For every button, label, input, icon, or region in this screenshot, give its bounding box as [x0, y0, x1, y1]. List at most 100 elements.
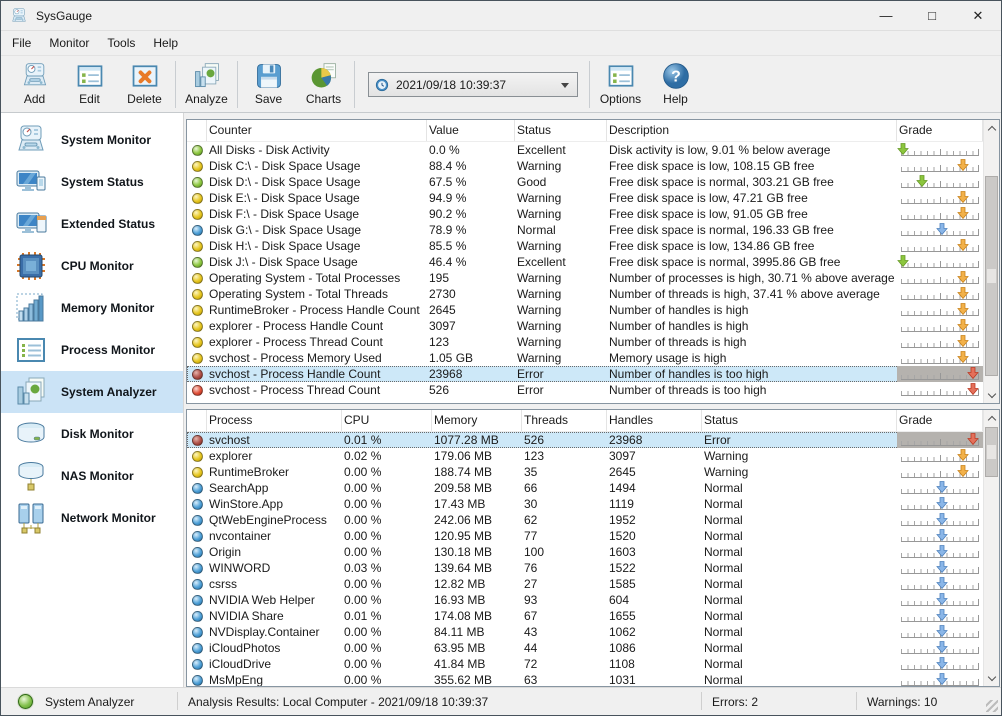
counter-row[interactable]: svchost - Process Handle Count23968Error… — [187, 366, 983, 382]
column-header-cpu[interactable]: CPU — [342, 410, 432, 431]
counter-row[interactable]: explorer - Process Handle Count3097Warni… — [187, 318, 983, 334]
column-header-handles[interactable]: Handles — [607, 410, 702, 431]
sidebar-item-system-monitor[interactable]: System Monitor — [1, 119, 183, 161]
column-header-description[interactable]: Description — [607, 120, 897, 141]
save-button[interactable]: Save — [241, 59, 296, 111]
scroll-down-button[interactable] — [984, 670, 999, 686]
cell-cpu: 0.00 % — [342, 544, 432, 560]
options-button[interactable]: Options — [593, 59, 648, 111]
sidebar-item-network-monitor[interactable]: Network Monitor — [1, 497, 183, 539]
cell-description: Free disk space is normal, 196.33 GB fre… — [607, 222, 897, 238]
counter-row[interactable]: Disk G:\ - Disk Space Usage78.9 %NormalF… — [187, 222, 983, 238]
cell-grade — [897, 270, 983, 286]
minimize-button[interactable]: — — [863, 1, 909, 30]
process-row[interactable]: NVDisplay.Container0.00 %84.11 MB431062N… — [187, 624, 983, 640]
column-header-status[interactable]: Status — [702, 410, 897, 431]
sidebar-item-memory-monitor[interactable]: Memory Monitor — [1, 287, 183, 329]
process-row[interactable]: iCloudDrive0.00 %41.84 MB721108Normal — [187, 656, 983, 672]
menu-tools[interactable]: Tools — [98, 31, 144, 56]
close-button[interactable]: ✕ — [955, 1, 1001, 30]
cpu-monitor-icon — [14, 249, 48, 283]
counter-row[interactable]: Disk F:\ - Disk Space Usage90.2 %Warning… — [187, 206, 983, 222]
column-header-counter[interactable]: Counter — [207, 120, 427, 141]
resize-grip[interactable] — [986, 700, 998, 712]
column-header-grade[interactable]: Grade — [897, 120, 983, 141]
scrollbar-thumb[interactable] — [985, 427, 998, 477]
scroll-down-button[interactable] — [984, 387, 999, 403]
process-scrollbar[interactable] — [983, 410, 999, 686]
column-header-status[interactable]: Status — [515, 120, 607, 141]
process-row[interactable]: csrss0.00 %12.82 MB271585Normal — [187, 576, 983, 592]
process-row[interactable]: Origin0.00 %130.18 MB1001603Normal — [187, 544, 983, 560]
column-header-threads[interactable]: Threads — [522, 410, 607, 431]
cell-grade — [897, 496, 983, 512]
counter-row[interactable]: Disk D:\ - Disk Space Usage67.5 %GoodFre… — [187, 174, 983, 190]
charts-button[interactable]: Charts — [296, 59, 351, 111]
counter-row[interactable]: Disk E:\ - Disk Space Usage94.9 %Warning… — [187, 190, 983, 206]
add-button[interactable]: Add — [7, 59, 62, 111]
counter-row[interactable]: Operating System - Total Processes195War… — [187, 270, 983, 286]
process-row[interactable]: WinStore.App0.00 %17.43 MB301119Normal — [187, 496, 983, 512]
menu-file[interactable]: File — [3, 31, 40, 56]
counter-row[interactable]: Operating System - Total Threads2730Warn… — [187, 286, 983, 302]
counters-scrollbar[interactable] — [983, 120, 999, 403]
counter-row[interactable]: svchost - Process Memory Used1.05 GBWarn… — [187, 350, 983, 366]
process-row[interactable]: svchost0.01 %1077.28 MB52623968Error — [187, 432, 983, 448]
cell-grade — [897, 576, 983, 592]
cell-grade — [897, 142, 983, 158]
cell-status: Excellent — [515, 254, 607, 270]
grade-ruler — [901, 368, 979, 380]
process-row[interactable]: iCloudPhotos0.00 %63.95 MB441086Normal — [187, 640, 983, 656]
process-row[interactable]: explorer0.02 %179.06 MB1233097Warning — [187, 448, 983, 464]
menu-help[interactable]: Help — [144, 31, 187, 56]
process-row[interactable]: QtWebEngineProcess0.00 %242.06 MB621952N… — [187, 512, 983, 528]
cell-cpu: 0.00 % — [342, 480, 432, 496]
sidebar-item-system-analyzer[interactable]: System Analyzer — [1, 371, 183, 413]
process-row[interactable]: NVIDIA Share0.01 %174.08 MB671655Normal — [187, 608, 983, 624]
counter-row[interactable]: Disk H:\ - Disk Space Usage85.5 %Warning… — [187, 238, 983, 254]
process-row[interactable]: WINWORD0.03 %139.64 MB761522Normal — [187, 560, 983, 576]
cell-process: nvcontainer — [207, 528, 342, 544]
sidebar: System MonitorSystem StatusExtended Stat… — [1, 113, 184, 687]
process-row[interactable]: RuntimeBroker0.00 %188.74 MB352645Warnin… — [187, 464, 983, 480]
counter-row[interactable]: All Disks - Disk Activity0.0 %ExcellentD… — [187, 142, 983, 158]
process-row[interactable]: nvcontainer0.00 %120.95 MB771520Normal — [187, 528, 983, 544]
process-table: ProcessCPUMemoryThreadsHandlesStatusGrad… — [187, 410, 983, 686]
process-row[interactable]: NVIDIA Web Helper0.00 %16.93 MB93604Norm… — [187, 592, 983, 608]
process-row[interactable]: SearchApp0.00 %209.58 MB661494Normal — [187, 480, 983, 496]
analyze-button[interactable]: Analyze — [179, 59, 234, 111]
cell-cpu: 0.00 % — [342, 496, 432, 512]
counter-row[interactable]: Disk C:\ - Disk Space Usage88.4 %Warning… — [187, 158, 983, 174]
scrollbar-thumb[interactable] — [985, 176, 998, 376]
cell-status: Normal — [702, 624, 897, 640]
column-header-process[interactable]: Process — [207, 410, 342, 431]
process-row[interactable]: MsMpEng0.00 %355.62 MB631031Normal — [187, 672, 983, 686]
grade-arrow-icon — [936, 481, 948, 493]
sidebar-item-disk-monitor[interactable]: Disk Monitor — [1, 413, 183, 455]
counter-row[interactable]: Disk J:\ - Disk Space Usage46.4 %Excelle… — [187, 254, 983, 270]
maximize-button[interactable]: □ — [909, 1, 955, 30]
scroll-up-button[interactable] — [984, 410, 999, 426]
cell-led — [187, 528, 207, 544]
help-button[interactable]: ?Help — [648, 59, 703, 111]
sidebar-item-extended-status[interactable]: Extended Status — [1, 203, 183, 245]
counter-row[interactable]: svchost - Process Thread Count526ErrorNu… — [187, 382, 983, 398]
counter-row[interactable]: explorer - Process Thread Count123Warnin… — [187, 334, 983, 350]
edit-button[interactable]: Edit — [62, 59, 117, 111]
cell-led — [187, 576, 207, 592]
sidebar-item-cpu-monitor[interactable]: CPU Monitor — [1, 245, 183, 287]
datetime-dropdown[interactable]: 2021/09/18 10:39:37 — [368, 72, 578, 97]
delete-button[interactable]: Delete — [117, 59, 172, 111]
column-header-value[interactable]: Value — [427, 120, 515, 141]
sidebar-item-nas-monitor[interactable]: NAS Monitor — [1, 455, 183, 497]
status-led-icon — [192, 145, 203, 156]
cell-status: Normal — [702, 528, 897, 544]
column-header-memory[interactable]: Memory — [432, 410, 522, 431]
counter-row[interactable]: RuntimeBroker - Process Handle Count2645… — [187, 302, 983, 318]
column-header-grade[interactable]: Grade — [897, 410, 983, 431]
sidebar-item-system-status[interactable]: System Status — [1, 161, 183, 203]
status-led-icon — [192, 627, 203, 638]
sidebar-item-process-monitor[interactable]: Process Monitor — [1, 329, 183, 371]
scroll-up-button[interactable] — [984, 120, 999, 136]
menu-monitor[interactable]: Monitor — [40, 31, 98, 56]
